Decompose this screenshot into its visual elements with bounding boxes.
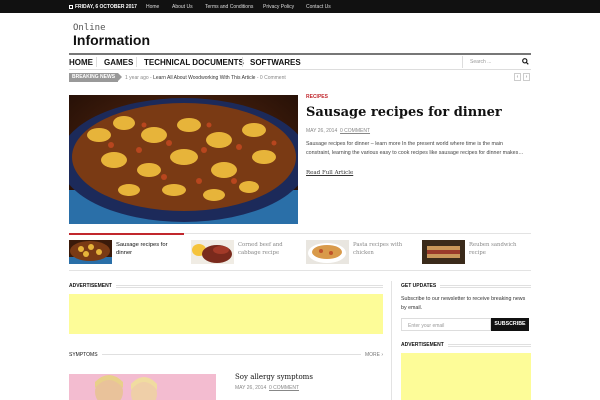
more-link[interactable]: MORE › <box>360 352 383 358</box>
newsletter-text: Subscribe to our newsletter to receive b… <box>401 296 526 311</box>
featured-comments-link[interactable]: 0 COMMENT <box>340 128 370 134</box>
featured-excerpt: Sausage recipes for dinner – learn more … <box>306 141 524 156</box>
ad-banner[interactable] <box>69 294 383 334</box>
main-nav: HOME GAMES TECHNICAL DOCUMENTS SOFTWARES… <box>69 53 531 70</box>
get-updates-header: GET UPDATES <box>401 283 531 290</box>
site-logo[interactable]: Online Information <box>73 23 150 48</box>
symptoms-post-date: MAY 26, 2014 <box>235 385 267 391</box>
active-thumb-indicator <box>69 233 184 235</box>
advertisement-header: ADVERTISEMENT <box>69 283 383 290</box>
featured-date: MAY 26, 2014 <box>306 128 338 134</box>
advertisement-label: ADVERTISEMENT <box>69 283 116 289</box>
symptoms-post-image[interactable] <box>69 374 216 400</box>
breaking-time: 1 year ago <box>125 75 149 81</box>
thumb-image <box>422 240 465 264</box>
top-link-about[interactable]: About Us <box>172 4 193 10</box>
nav-item-softwares[interactable]: SOFTWARES <box>250 58 301 67</box>
featured-thumbnails: Sausage recipes for dinner Corned beef a… <box>69 233 531 269</box>
people-photo-image <box>69 374 216 400</box>
calendar-icon <box>69 5 73 9</box>
sidebar-divider <box>391 281 392 400</box>
prev-arrow-icon[interactable]: ‹ <box>514 73 521 81</box>
featured-image[interactable] <box>69 95 298 224</box>
top-link-terms[interactable]: Terms and Conditions <box>205 4 253 10</box>
top-link-contact[interactable]: Contact Us <box>306 4 331 10</box>
breaking-news-bar: BREAKING NEWS 1 year ago - Learn All Abo… <box>69 73 531 82</box>
thumb-title: Corned beef and cabbage recipe <box>238 242 283 256</box>
nav-item-home[interactable]: HOME <box>69 58 93 67</box>
breaking-news-label: BREAKING NEWS <box>69 73 122 82</box>
sidebar-advertisement-header: ADVERTISEMENT <box>401 342 531 349</box>
section-divider <box>69 270 531 271</box>
featured-meta: MAY 26, 2014 0 COMMENT <box>306 128 370 134</box>
email-placeholder: Enter your email <box>408 323 445 329</box>
symptoms-post-meta: MAY 26, 2014 0 COMMENT <box>235 385 299 391</box>
breaking-news-ticker[interactable]: 1 year ago - Learn All About Woodworking… <box>125 75 286 81</box>
search-placeholder: Search ... <box>470 59 492 65</box>
thumb-title: Pasta recipes with chicken <box>353 242 403 256</box>
thumb-title: Sausage recipes for dinner <box>116 242 168 256</box>
sidebar-ad-banner[interactable] <box>401 353 531 400</box>
sidebar-advertisement-label: ADVERTISEMENT <box>401 342 448 348</box>
top-link-home[interactable]: Home <box>146 4 159 10</box>
thumb-image <box>191 240 234 264</box>
thumb-image <box>306 240 349 264</box>
current-date: FRIDAY, 6 OCTOBER 2017 <box>69 4 137 10</box>
chevron-right-icon: › <box>381 352 383 358</box>
read-full-article-link[interactable]: Read Full Article <box>306 170 353 176</box>
nav-divider <box>136 57 137 67</box>
nav-item-technical-documents[interactable]: TECHNICAL DOCUMENTS <box>144 58 244 67</box>
symptoms-comments-link[interactable]: 0 COMMENT <box>269 385 299 391</box>
email-field[interactable]: Enter your email <box>401 318 491 331</box>
thumb-title: Reuben sandwich recipe <box>469 242 517 256</box>
thumb-item[interactable]: Pasta recipes with chicken <box>306 240 418 264</box>
thumb-image <box>69 240 112 264</box>
thumb-item[interactable]: Reuben sandwich recipe <box>422 240 534 264</box>
search-input[interactable]: Search ... <box>462 56 531 68</box>
logo-line-2: Information <box>73 32 150 48</box>
nav-divider <box>96 57 97 67</box>
subscribe-button[interactable]: SUBSCRIBE <box>491 318 529 331</box>
breaking-headline[interactable]: Learn All About Woodworking With This Ar… <box>153 75 255 81</box>
sausage-dish-image <box>69 95 298 224</box>
category-badge[interactable]: RECIPES <box>306 94 328 100</box>
breaking-comments: - 0 Comment <box>255 75 286 81</box>
featured-title[interactable]: Sausage recipes for dinner <box>306 105 502 120</box>
get-updates-label: GET UPDATES <box>401 283 441 289</box>
next-arrow-icon[interactable]: › <box>523 73 530 81</box>
search-icon[interactable] <box>522 58 529 65</box>
nav-divider <box>242 57 243 67</box>
symptoms-post-title[interactable]: Soy allergy symptoms <box>235 373 313 381</box>
symptoms-label: SYMPTOMS <box>69 352 102 358</box>
thumb-item[interactable]: Corned beef and cabbage recipe <box>191 240 303 264</box>
thumb-item[interactable]: Sausage recipes for dinner <box>69 240 181 264</box>
top-bar: FRIDAY, 6 OCTOBER 2017 Home About Us Ter… <box>0 0 600 13</box>
nav-item-games[interactable]: GAMES <box>104 58 133 67</box>
top-link-privacy[interactable]: Privacy Policy <box>263 4 294 10</box>
